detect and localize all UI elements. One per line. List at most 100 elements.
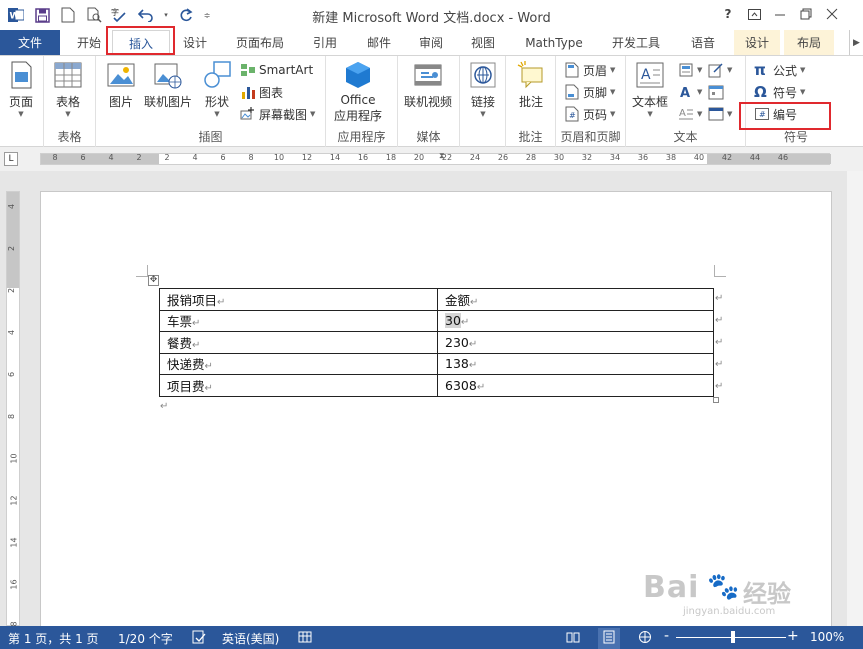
ruler-number: 4 <box>192 153 198 162</box>
symbol-button[interactable]: Ω 符号 ▼ <box>754 82 805 102</box>
table-row: 报销项目↵ 金额↵ <box>159 288 714 311</box>
object-button[interactable]: ▼ <box>708 104 732 124</box>
tab-table-layout[interactable]: 布局 <box>784 30 834 55</box>
shapes-icon <box>204 61 231 88</box>
chevron-down-icon: ▼ <box>800 88 806 96</box>
table-cell[interactable]: 30↵ <box>437 309 714 332</box>
table-row: 餐费↵ 230↵ <box>159 331 714 354</box>
table-cell[interactable]: 快递费↵ <box>159 352 438 375</box>
indent-marker-icon[interactable]: ⧗ <box>439 151 445 161</box>
table-cell[interactable]: 报销项目↵ <box>159 288 438 311</box>
tab-scroll-right-icon[interactable]: ▶ <box>849 30 863 55</box>
document-page[interactable]: ✥ 报销项目↵ 金额↵ 车票↵ 30↵ 餐费↵ 230↵ 快递费↵ 138↵ 项… <box>40 191 832 631</box>
table-cell[interactable]: 餐费↵ <box>159 331 438 354</box>
word-count[interactable]: 1/20 个字 <box>118 630 173 647</box>
equation-button[interactable]: π 公式 ▼ <box>754 60 805 80</box>
table-cell[interactable]: 138↵ <box>437 352 714 375</box>
close-icon[interactable] <box>820 4 844 24</box>
drop-cap-icon: A <box>679 108 693 120</box>
proofing-icon[interactable] <box>192 630 206 647</box>
page-number-button[interactable]: # 页码 ▼ <box>564 104 615 124</box>
symbol-label: 符号 <box>773 85 798 100</box>
footer-button[interactable]: 页脚 ▼ <box>564 82 615 102</box>
macro-record-icon[interactable] <box>298 630 312 647</box>
textbox-button[interactable]: A 文本框 ▼ <box>632 60 668 118</box>
online-video-label: 联机视频 <box>404 95 453 109</box>
ruler-number: 4 <box>7 329 17 336</box>
online-picture-button[interactable]: 联机图片 <box>144 60 192 110</box>
language[interactable]: 英语(美国) <box>222 630 279 647</box>
tab-file[interactable]: 文件 <box>0 30 60 55</box>
online-video-button[interactable]: 联机视频 <box>404 60 452 110</box>
omega-icon: Ω <box>754 83 767 101</box>
equation-label: 公式 <box>773 63 798 78</box>
vertical-ruler[interactable]: 4224681012141618 <box>6 191 20 632</box>
picture-button[interactable]: 图片 <box>106 60 136 110</box>
zoom-out-button[interactable]: - <box>664 628 669 644</box>
page-button[interactable]: 页面 ▼ <box>6 60 36 118</box>
table-button[interactable]: 表格 ▼ <box>53 60 83 118</box>
ruler-number: 36 <box>637 153 649 162</box>
print-layout-icon[interactable] <box>598 628 620 649</box>
date-time-button[interactable] <box>708 82 724 102</box>
ruler-number: 2 <box>7 245 17 252</box>
zoom-slider-handle[interactable] <box>731 631 735 643</box>
table-cell[interactable]: 金额↵ <box>437 288 714 311</box>
tab-view[interactable]: 视图 <box>460 30 506 55</box>
number-button[interactable]: # 编号 <box>754 104 797 124</box>
table-cell[interactable]: 6308↵ <box>437 374 714 397</box>
screenshot-button[interactable]: 屏幕截图 ▼ <box>240 104 315 124</box>
shapes-button[interactable]: 形状 ▼ <box>202 60 232 118</box>
links-button[interactable]: 链接 ▼ <box>468 60 498 118</box>
tab-review[interactable]: 审阅 <box>408 30 454 55</box>
table-resize-handle[interactable] <box>713 397 719 403</box>
signature-line-button[interactable]: ▼ <box>708 60 732 80</box>
read-mode-icon[interactable] <box>566 630 580 647</box>
tab-selector-icon[interactable]: L <box>4 152 18 166</box>
svg-text:#: # <box>569 111 576 120</box>
wordart-button[interactable]: A ▼ <box>678 82 702 102</box>
ruler-number: 4 <box>108 153 114 162</box>
tab-insert[interactable]: 插入 <box>112 30 170 55</box>
tab-speech[interactable]: 语音 <box>680 30 726 55</box>
page-count[interactable]: 第 1 页，共 1 页 <box>8 630 99 647</box>
ruler-number: 10 <box>9 453 19 464</box>
restore-icon[interactable] <box>794 4 818 24</box>
table-move-handle-icon[interactable]: ✥ <box>148 275 159 286</box>
tab-developer[interactable]: 开发工具 <box>602 30 670 55</box>
drop-cap-button[interactable]: A ▼ <box>678 104 702 124</box>
expense-table[interactable]: 报销项目↵ 金额↵ 车票↵ 30↵ 餐费↵ 230↵ 快递费↵ 138↵ 项目费… <box>159 288 714 397</box>
smartart-button[interactable]: SmartArt <box>240 60 313 80</box>
office-apps-button[interactable]: Office 应用程序 <box>334 60 382 124</box>
group-header-footer: 页眉 ▼ 页脚 ▼ # 页码 ▼ 页眉和页脚 <box>556 56 626 147</box>
quick-parts-button[interactable]: ▼ <box>678 60 702 80</box>
table-cell[interactable]: 车票↵ <box>159 309 438 332</box>
comment-button[interactable]: 批注 <box>516 60 546 110</box>
tab-mathtype[interactable]: MathType <box>516 30 592 55</box>
header-icon <box>565 62 579 78</box>
table-cell[interactable]: 项目费↵ <box>159 374 438 397</box>
tab-home[interactable]: 开始 <box>64 30 114 55</box>
tab-design[interactable]: 设计 <box>172 30 218 55</box>
horizontal-ruler[interactable]: 8 6 4 2 2 4 6 8 10 12 14 16 18 20 22 24 26 28 30 32 34 36 38 40… <box>40 151 831 165</box>
ruler-number: 32 <box>581 153 593 162</box>
table-cell[interactable]: 230↵ <box>437 331 714 354</box>
tab-references[interactable]: 引用 <box>302 30 348 55</box>
help-button[interactable]: ? <box>716 4 740 24</box>
minimize-icon[interactable] <box>768 4 792 24</box>
selected-text: 30 <box>445 313 461 329</box>
ruler-number: 24 <box>469 153 481 162</box>
chart-button[interactable]: 图表 <box>240 82 283 102</box>
zoom-in-button[interactable]: + <box>787 628 799 644</box>
tab-table-design[interactable]: 设计 <box>734 30 780 55</box>
web-layout-icon[interactable] <box>638 630 652 647</box>
vertical-scrollbar[interactable] <box>847 171 863 626</box>
tab-mailings[interactable]: 邮件 <box>356 30 402 55</box>
number-label: 编号 <box>773 107 798 122</box>
header-button[interactable]: 页眉 ▼ <box>564 60 615 80</box>
tab-page-layout[interactable]: 页面布局 <box>226 30 294 55</box>
ribbon-display-options-icon[interactable] <box>742 4 766 24</box>
signature-line-icon <box>708 63 723 78</box>
row-end-mark: ↵ <box>715 359 724 370</box>
zoom-level[interactable]: 100% <box>810 630 844 644</box>
